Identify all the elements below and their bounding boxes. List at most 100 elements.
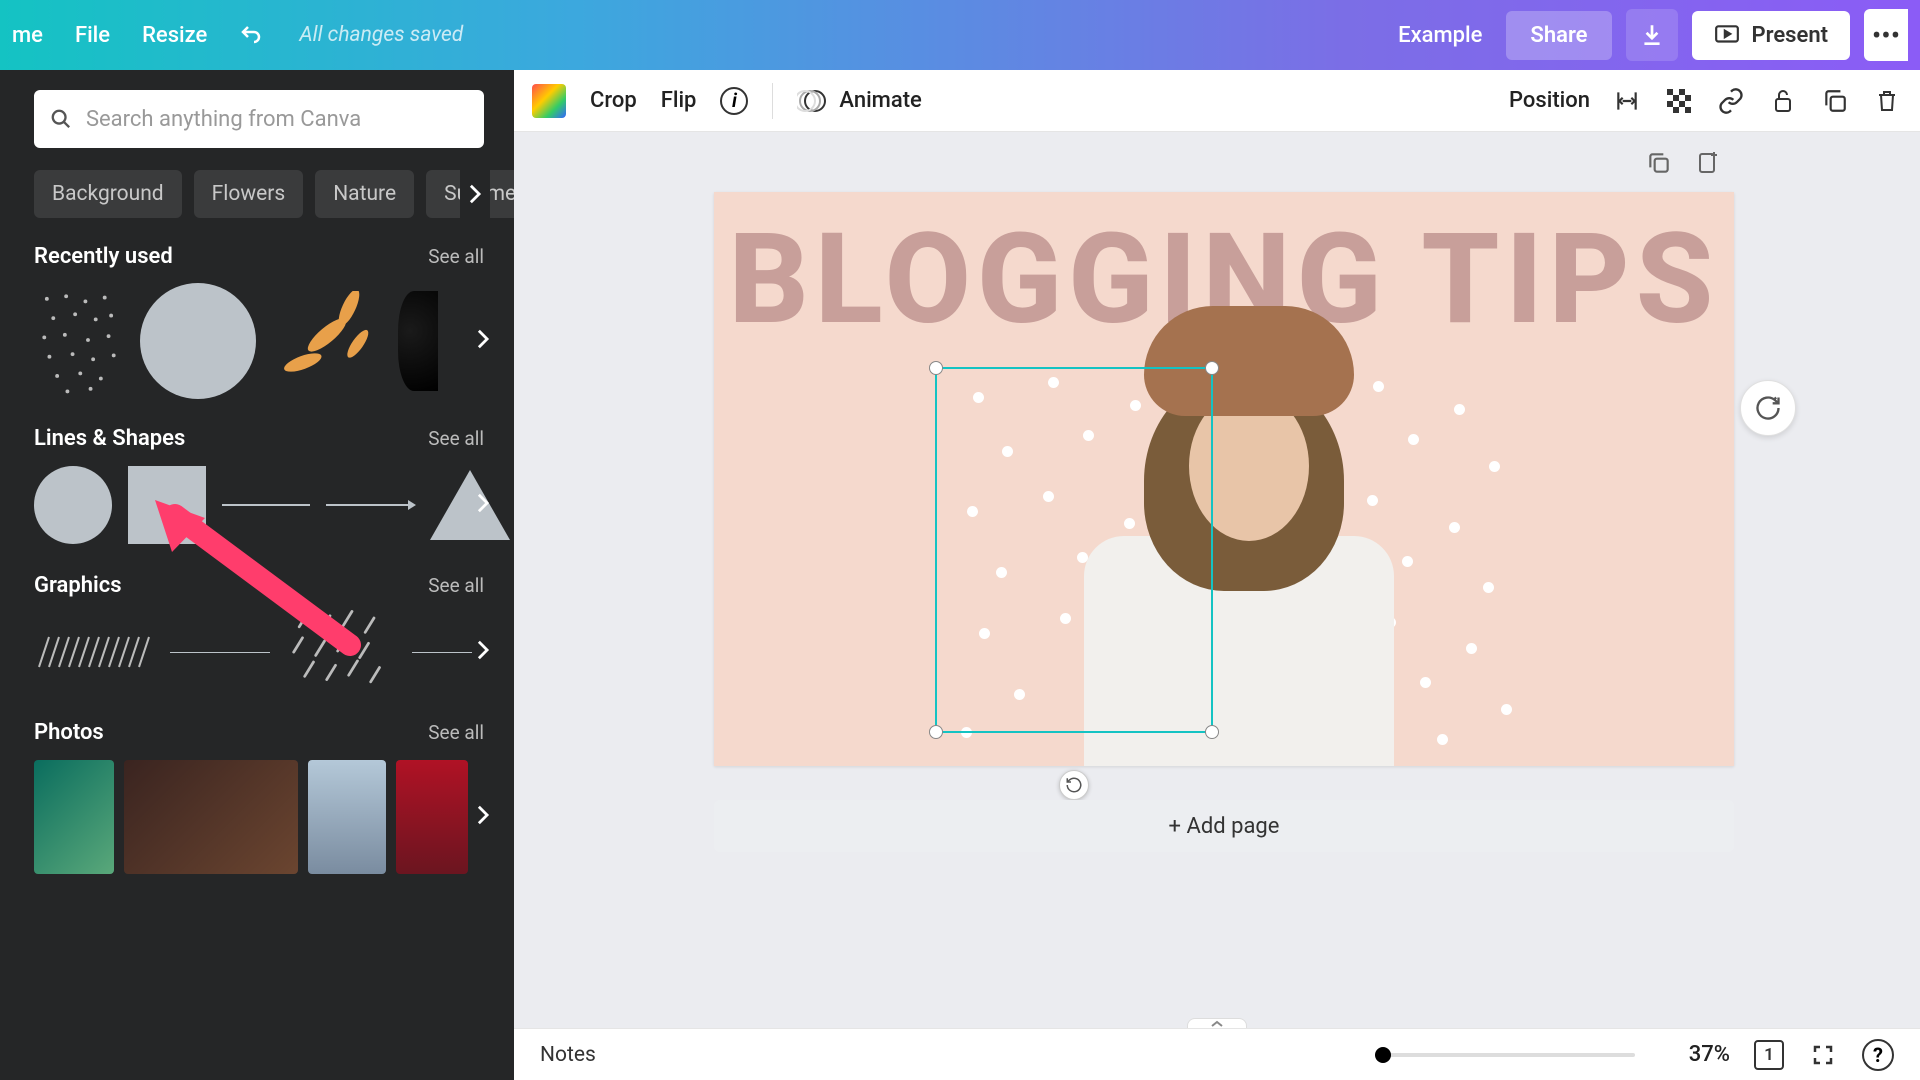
photo-thumb-3[interactable]	[308, 760, 386, 874]
photos-scroll-right[interactable]	[476, 804, 490, 830]
graphic-hatch-1[interactable]	[34, 632, 154, 672]
tag-chips: Background Flowers Nature Summer	[34, 170, 484, 218]
resize-handle-ne[interactable]	[1205, 361, 1219, 375]
zoom-slider-thumb[interactable]	[1375, 1047, 1391, 1063]
doc-title[interactable]: Example	[1398, 23, 1482, 48]
element-dark-swirl[interactable]	[398, 291, 438, 391]
add-page-icon-button[interactable]	[1696, 150, 1720, 180]
section-recently-used-header: Recently used See all	[34, 244, 484, 269]
lines-shapes-row	[34, 465, 484, 545]
refresh-icon	[1754, 394, 1782, 422]
delete-button[interactable]	[1872, 86, 1902, 116]
resize-handle-sw[interactable]	[929, 725, 943, 739]
graphic-rain-dashes[interactable]	[286, 607, 396, 697]
zoom-slider[interactable]	[1375, 1053, 1635, 1057]
see-all-photos[interactable]: See all	[428, 721, 484, 744]
download-button[interactable]	[1626, 9, 1678, 61]
menu-home[interactable]: me	[12, 23, 43, 48]
graphics-row	[34, 612, 484, 692]
recently-scroll-right[interactable]	[476, 328, 490, 354]
download-icon	[1639, 22, 1665, 48]
menu-file[interactable]: File	[75, 23, 110, 48]
shape-line[interactable]	[222, 504, 310, 506]
photos-row	[34, 759, 484, 874]
see-all-graphics[interactable]: See all	[428, 574, 484, 597]
notes-expand-handle[interactable]	[1187, 1018, 1247, 1028]
undo-icon[interactable]	[239, 23, 263, 47]
fullscreen-button[interactable]	[1808, 1040, 1838, 1070]
present-label: Present	[1752, 23, 1829, 48]
present-button[interactable]: Present	[1692, 11, 1851, 60]
regenerate-button[interactable]	[1740, 380, 1796, 436]
recently-used-row	[34, 283, 484, 398]
chevron-right-icon	[476, 328, 490, 350]
editor-area: Crop Flip i Animate Position	[514, 70, 1920, 1080]
photo-thumb-4[interactable]	[396, 760, 468, 874]
resize-handle-se[interactable]	[1205, 725, 1219, 739]
chevron-right-icon	[476, 492, 490, 514]
search-input[interactable]	[86, 107, 468, 132]
shape-circle[interactable]	[34, 466, 112, 544]
help-button[interactable]: ?	[1862, 1039, 1894, 1071]
info-button[interactable]: i	[720, 87, 748, 115]
animate-label: Animate	[839, 88, 921, 113]
graphic-line-2[interactable]	[412, 652, 472, 653]
duplicate-icon	[1646, 150, 1672, 176]
element-dots-texture[interactable]	[34, 286, 124, 396]
add-page-button[interactable]: + Add page	[714, 800, 1734, 852]
lines-scroll-right[interactable]	[476, 492, 490, 518]
chip-nature[interactable]: Nature	[315, 170, 414, 218]
crop-button[interactable]: Crop	[590, 88, 637, 113]
shape-arrow-line[interactable]	[326, 504, 414, 506]
section-title-graphics: Graphics	[34, 573, 122, 598]
shape-triangle[interactable]	[430, 470, 510, 540]
notes-button[interactable]: Notes	[540, 1043, 596, 1067]
lock-button[interactable]	[1768, 86, 1798, 116]
more-button[interactable]: •••	[1864, 9, 1908, 61]
shape-square[interactable]	[128, 466, 206, 544]
position-button[interactable]: Position	[1509, 88, 1590, 113]
chip-background[interactable]: Background	[34, 170, 182, 218]
section-title-recently: Recently used	[34, 244, 173, 269]
duplicate-icon	[1822, 88, 1848, 114]
see-all-recently[interactable]: See all	[428, 245, 484, 268]
canvas-viewport[interactable]: BLOGGING TIPS	[514, 132, 1920, 1028]
element-circle[interactable]	[140, 283, 256, 399]
search-field[interactable]	[34, 90, 484, 148]
rain-icon	[286, 607, 396, 695]
element-toolbar: Crop Flip i Animate Position	[514, 70, 1920, 132]
transparency-button[interactable]	[1664, 86, 1694, 116]
page-controls	[1646, 150, 1720, 180]
duplicate-button[interactable]	[1820, 86, 1850, 116]
spacing-button[interactable]	[1612, 86, 1642, 116]
chevron-up-icon	[1210, 1020, 1224, 1028]
rotate-handle[interactable]	[1059, 770, 1089, 800]
chip-flowers[interactable]: Flowers	[194, 170, 304, 218]
section-title-photos: Photos	[34, 720, 104, 745]
color-picker[interactable]	[532, 84, 566, 118]
duplicate-page-button[interactable]	[1646, 150, 1672, 180]
animate-icon	[797, 86, 827, 116]
graphic-thin-line[interactable]	[170, 652, 270, 653]
share-button[interactable]: Share	[1506, 11, 1611, 60]
photo-thumb-1[interactable]	[34, 760, 114, 874]
flip-button[interactable]: Flip	[661, 88, 697, 113]
zoom-level[interactable]: 37%	[1689, 1042, 1730, 1067]
chevron-right-icon	[476, 639, 490, 661]
transparency-icon	[1667, 89, 1691, 113]
section-lines-header: Lines & Shapes See all	[34, 426, 484, 451]
see-all-lines[interactable]: See all	[428, 427, 484, 450]
chips-scroll-right[interactable]	[460, 169, 490, 219]
photo-thumb-2[interactable]	[124, 760, 298, 874]
resize-handle-nw[interactable]	[929, 361, 943, 375]
menu-resize[interactable]: Resize	[142, 23, 207, 48]
section-photos-header: Photos See all	[34, 720, 484, 745]
canvas-page[interactable]: BLOGGING TIPS	[714, 192, 1734, 766]
element-burst[interactable]	[272, 291, 382, 391]
animate-button[interactable]: Animate	[797, 86, 921, 116]
page-indicator[interactable]: 1	[1754, 1040, 1784, 1070]
add-page-icon	[1696, 150, 1720, 176]
link-button[interactable]	[1716, 86, 1746, 116]
selection-box[interactable]	[935, 367, 1213, 733]
graphics-scroll-right[interactable]	[476, 639, 490, 665]
